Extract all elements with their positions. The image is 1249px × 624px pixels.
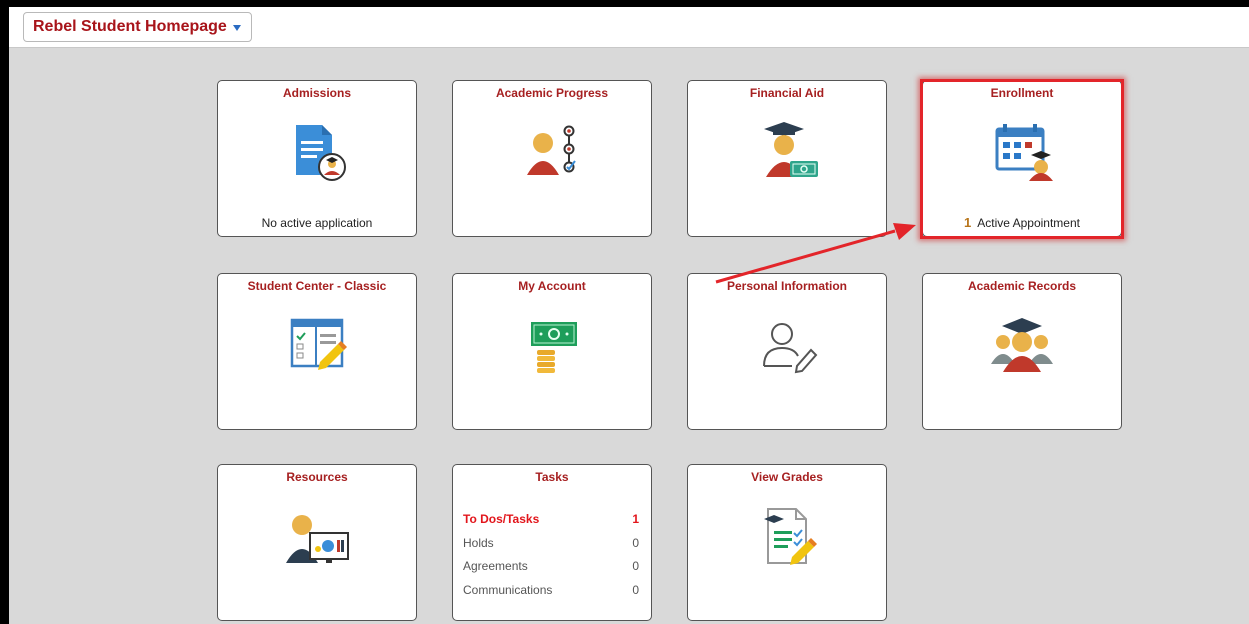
tile-resources[interactable]: Resources <box>217 464 417 621</box>
tile-footer: No active application <box>261 216 373 230</box>
tile-title: Enrollment <box>990 86 1054 100</box>
task-count: 0 <box>632 559 639 573</box>
tile-title: Financial Aid <box>749 86 825 100</box>
homepage-selector[interactable]: Rebel Student Homepage <box>23 12 252 42</box>
top-bar: Rebel Student Homepage <box>9 7 1249 48</box>
task-count: 0 <box>632 582 639 597</box>
homepage-title: Rebel Student Homepage <box>33 18 227 35</box>
task-label: Agreements <box>463 559 528 573</box>
tile-title: Academic Progress <box>495 86 609 100</box>
task-label: To Dos/Tasks <box>463 512 540 526</box>
tile-student-center-classic[interactable]: Student Center - Classic <box>217 273 417 430</box>
student-center-form-icon <box>290 318 347 370</box>
task-count: 0 <box>632 535 639 550</box>
tile-title: Student Center - Classic <box>247 279 387 293</box>
tile-academic-records[interactable]: Academic Records <box>922 273 1122 430</box>
tile-academic-progress[interactable]: Academic Progress <box>452 80 652 237</box>
tile-title: Personal Information <box>726 279 848 293</box>
tile-personal-information[interactable]: Personal Information <box>687 273 887 430</box>
caret-down-icon <box>232 25 241 31</box>
enrollment-calendar-icon <box>995 124 1053 181</box>
tile-view-grades[interactable]: View Grades <box>687 464 887 621</box>
grades-document-icon <box>764 508 817 565</box>
task-label: Communications <box>463 582 553 597</box>
task-row-todos[interactable]: To Dos/Tasks 1 <box>463 512 639 536</box>
tile-title: Academic Records <box>967 279 1077 293</box>
tile-title: Admissions <box>282 86 351 100</box>
tile-admissions[interactable]: Admissions No active application <box>217 80 417 237</box>
appointment-label: Active Appointment <box>977 216 1080 230</box>
tile-title: View Grades <box>751 470 823 484</box>
tile-title: Tasks <box>535 470 569 484</box>
tile-financial-aid[interactable]: Financial Aid <box>687 80 887 237</box>
account-money-icon <box>531 322 577 373</box>
appointment-count: 1 <box>964 215 972 230</box>
tile-tasks[interactable]: Tasks To Dos/Tasks 1 Holds 0 Agreements … <box>452 464 652 621</box>
resources-computer-icon <box>286 515 349 563</box>
task-label: Holds <box>463 535 494 550</box>
person-edit-icon <box>763 323 818 374</box>
tile-enrollment[interactable]: Enrollment 1 Active Appointment <box>922 80 1122 237</box>
tile-footer: 1 Active Appointment <box>923 215 1121 230</box>
tile-my-account[interactable]: My Account <box>452 273 652 430</box>
academic-progress-icon <box>527 125 576 175</box>
tasks-list: To Dos/Tasks 1 Holds 0 Agreements 0 Comm… <box>463 512 639 606</box>
academic-records-icon <box>991 318 1053 372</box>
application-document-icon <box>296 125 346 181</box>
task-row-communications[interactable]: Communications 0 <box>463 583 639 607</box>
task-row-agreements[interactable]: Agreements 0 <box>463 559 639 583</box>
task-count: 1 <box>632 512 639 526</box>
financial-aid-icon <box>764 122 818 177</box>
tile-title: Resources <box>286 470 348 484</box>
task-row-holds[interactable]: Holds 0 <box>463 536 639 560</box>
tile-title: My Account <box>518 279 586 293</box>
